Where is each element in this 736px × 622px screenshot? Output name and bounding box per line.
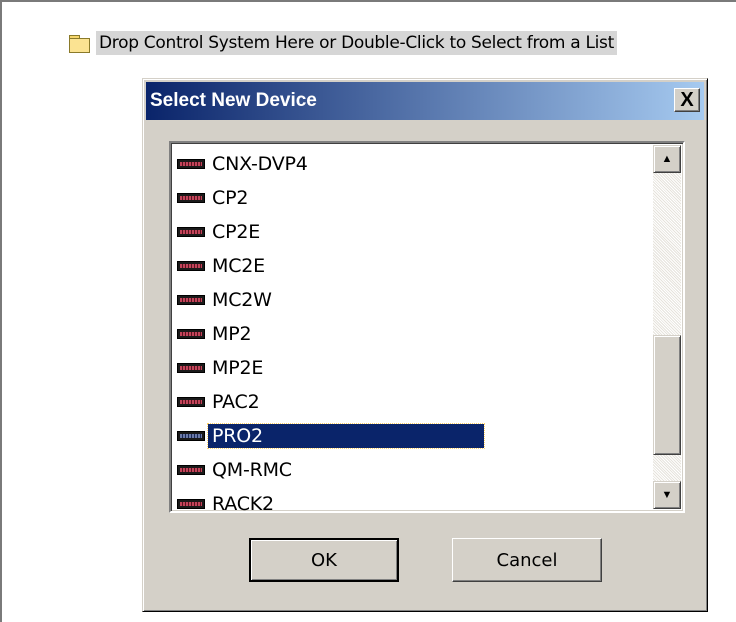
device-list-item[interactable]: CNX-DVP4: [177, 147, 651, 181]
device-list-item[interactable]: MP2E: [177, 351, 651, 385]
arrow-down-icon: ▼: [661, 489, 673, 501]
device-list-item[interactable]: PRO2: [177, 419, 651, 453]
device-list-item[interactable]: RACK2: [177, 487, 651, 513]
close-icon: X: [680, 89, 694, 111]
device-list-item[interactable]: MC2W: [177, 283, 651, 317]
device-label: PAC2: [212, 391, 260, 413]
device-list-item[interactable]: MP2: [177, 317, 651, 351]
vertical-scrollbar[interactable]: ▲ ▼: [653, 145, 681, 509]
device-label: QM-RMC: [212, 459, 292, 481]
select-new-device-dialog: Select New Device X CNX-DVP4 CP2 CP2E MC2E M…: [142, 78, 708, 612]
control-system-icon: [177, 227, 205, 237]
scroll-up-button[interactable]: ▲: [653, 145, 681, 173]
scroll-down-button[interactable]: ▼: [653, 481, 681, 509]
drop-target-label[interactable]: Drop Control System Here or Double-Click…: [96, 31, 617, 55]
device-list-item[interactable]: PAC2: [177, 385, 651, 419]
device-label: RACK2: [212, 493, 274, 513]
device-list: CNX-DVP4 CP2 CP2E MC2E MC2W MP2 MP2E PAC2 PRO2 QM…: [177, 147, 651, 513]
control-system-icon: [177, 465, 205, 475]
device-list-item[interactable]: CP2E: [177, 215, 651, 249]
device-list-item[interactable]: QM-RMC: [177, 453, 651, 487]
control-system-icon: [177, 431, 205, 441]
device-list-item[interactable]: CP2: [177, 181, 651, 215]
control-system-icon: [177, 499, 205, 509]
dialog-title: Select New Device: [150, 90, 317, 111]
device-label: MC2W: [212, 289, 272, 311]
cancel-button[interactable]: Cancel: [452, 538, 602, 582]
drop-target-node[interactable]: Drop Control System Here or Double-Click…: [68, 31, 617, 55]
control-system-icon: [177, 295, 205, 305]
device-label: PRO2: [207, 423, 485, 449]
arrow-up-icon: ▲: [661, 153, 673, 165]
device-label: MP2E: [212, 357, 264, 379]
device-label: CP2: [212, 187, 249, 209]
device-label: MC2E: [212, 255, 265, 277]
device-label: CNX-DVP4: [212, 153, 308, 175]
control-system-icon: [177, 397, 205, 407]
control-system-icon: [177, 159, 205, 169]
control-system-icon: [177, 261, 205, 271]
folder-icon: [68, 34, 90, 53]
dialog-titlebar[interactable]: Select New Device X: [146, 82, 704, 120]
ok-button[interactable]: OK: [249, 538, 399, 582]
device-label: MP2: [212, 323, 252, 345]
device-label: CP2E: [212, 221, 261, 243]
device-listbox[interactable]: CNX-DVP4 CP2 CP2E MC2E MC2W MP2 MP2E PAC2 PRO2 QM…: [169, 141, 685, 513]
device-list-item[interactable]: MC2E: [177, 249, 651, 283]
control-system-icon: [177, 363, 205, 373]
close-button[interactable]: X: [674, 88, 700, 112]
control-system-icon: [177, 329, 205, 339]
control-system-icon: [177, 193, 205, 203]
scrollbar-thumb[interactable]: [653, 335, 681, 455]
